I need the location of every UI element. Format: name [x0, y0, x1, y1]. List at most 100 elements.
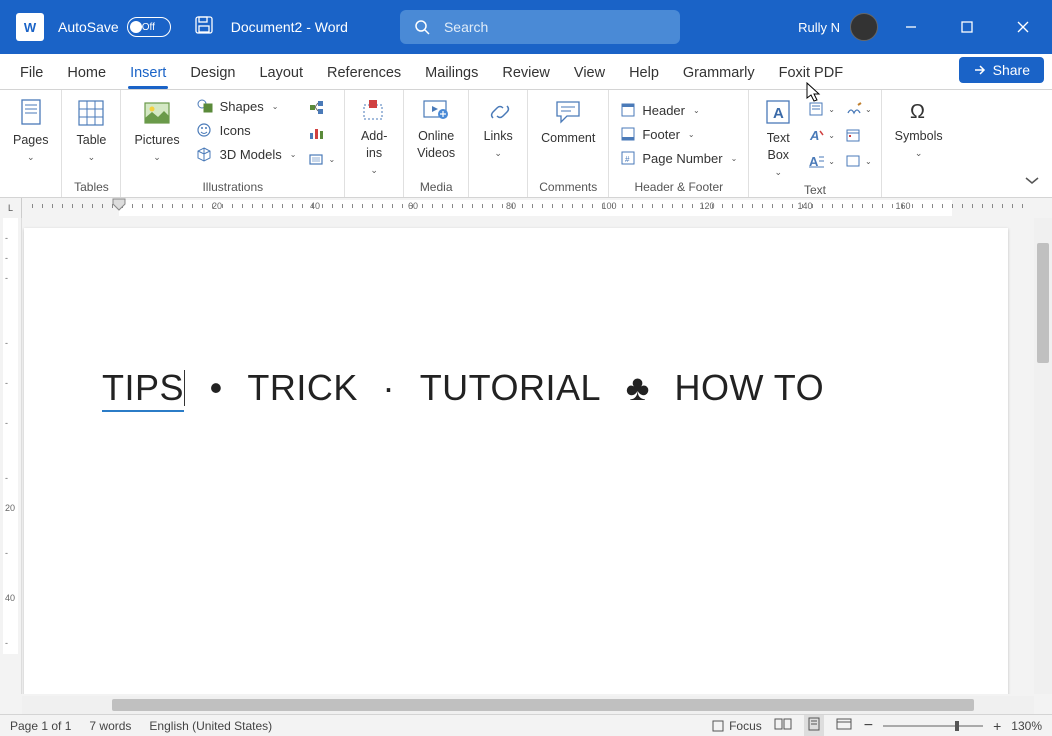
- indent-first-line-marker[interactable]: [112, 198, 126, 216]
- drop-cap-button[interactable]: A⌄: [804, 149, 839, 173]
- pictures-label: Pictures: [134, 132, 179, 149]
- tab-layout[interactable]: Layout: [247, 59, 315, 89]
- hscroll-thumb[interactable]: [112, 699, 974, 711]
- pages-button[interactable]: Pages ⌄: [5, 95, 56, 166]
- screenshot-button[interactable]: ⌄: [304, 147, 339, 171]
- document-title: Document2 - Word: [231, 19, 348, 35]
- horizontal-scrollbar[interactable]: [22, 696, 1034, 714]
- status-page[interactable]: Page 1 of 1: [10, 719, 71, 733]
- save-icon[interactable]: [195, 16, 213, 39]
- object-button[interactable]: ⌄: [841, 149, 876, 173]
- web-layout-button[interactable]: [834, 715, 854, 736]
- tab-references[interactable]: References: [315, 59, 413, 89]
- page-number-button[interactable]: # Page Number⌄: [614, 147, 743, 169]
- zoom-thumb[interactable]: [955, 721, 959, 731]
- pictures-button[interactable]: Pictures ⌄: [126, 95, 187, 166]
- group-media: Online Videos Media: [404, 90, 469, 197]
- search-box[interactable]: Search: [400, 10, 680, 44]
- bullet-middot: ·: [383, 367, 396, 409]
- shapes-button[interactable]: Shapes⌄: [190, 95, 303, 117]
- ribbon: Pages ⌄ Table ⌄ Tables Pictures ⌄: [0, 90, 1052, 198]
- print-layout-button[interactable]: [804, 715, 824, 736]
- table-button[interactable]: Table ⌄: [67, 95, 115, 166]
- chart-button[interactable]: [304, 121, 339, 145]
- group-media-label: Media: [420, 178, 453, 197]
- quick-parts-button[interactable]: ⌄: [804, 97, 839, 121]
- chevron-down-icon: ⌄: [494, 147, 502, 159]
- read-mode-button[interactable]: [772, 715, 794, 736]
- maximize-button[interactable]: [944, 7, 990, 47]
- svg-text:#: #: [625, 155, 630, 164]
- icons-button[interactable]: Icons: [190, 119, 303, 141]
- online-videos-button[interactable]: Online Videos: [409, 95, 463, 165]
- group-illustrations: Pictures ⌄ Shapes⌄ Icons 3D Models⌄: [121, 90, 345, 197]
- status-words[interactable]: 7 words: [89, 719, 131, 733]
- document-content[interactable]: TIPS • TRICK · TUTORIAL ♣ HOW TO: [102, 366, 930, 410]
- collapse-ribbon-button[interactable]: [1024, 173, 1040, 191]
- chevron-down-icon: ⌄: [915, 147, 923, 159]
- tab-design[interactable]: Design: [178, 59, 247, 89]
- group-illustrations-label: Illustrations: [202, 178, 263, 197]
- chevron-down-icon: ⌄: [153, 151, 161, 163]
- text-trick: TRICK: [247, 367, 358, 408]
- zoom-slider[interactable]: [883, 725, 983, 727]
- textbox-button[interactable]: A Text Box⌄: [754, 95, 802, 181]
- tab-home[interactable]: Home: [55, 59, 118, 89]
- footer-button[interactable]: Footer⌄: [614, 123, 743, 145]
- tab-mailings[interactable]: Mailings: [413, 59, 490, 89]
- vertical-ruler[interactable]: - - - - - - - 20 - 40 -: [0, 218, 22, 694]
- zoom-out-button[interactable]: −: [864, 717, 873, 735]
- svg-text:A: A: [809, 128, 819, 143]
- pagenum-icon: #: [620, 150, 636, 166]
- ruler-corner: L: [0, 198, 22, 218]
- share-button[interactable]: Share: [959, 57, 1044, 83]
- addins-button[interactable]: Add- ins ⌄: [350, 95, 398, 179]
- group-header-footer: Header⌄ Footer⌄ # Page Number⌄ Header & …: [609, 90, 749, 197]
- videos-label: Online Videos: [417, 128, 455, 162]
- close-button[interactable]: [1000, 7, 1046, 47]
- share-icon: [973, 63, 987, 77]
- tab-foxit-pdf[interactable]: Foxit PDF: [767, 59, 855, 89]
- autosave-toggle[interactable]: AutoSave Off: [58, 17, 171, 37]
- focus-mode-button[interactable]: Focus: [711, 719, 762, 733]
- zoom-in-button[interactable]: +: [993, 718, 1001, 734]
- 3d-models-button[interactable]: 3D Models⌄: [190, 143, 303, 165]
- tab-view[interactable]: View: [562, 59, 617, 89]
- autosave-switch-off[interactable]: Off: [127, 17, 171, 37]
- zoom-level[interactable]: 130%: [1011, 719, 1042, 733]
- user-name[interactable]: Rully N: [798, 20, 840, 35]
- textbox-label: Text Box: [767, 130, 790, 164]
- minimize-button[interactable]: [888, 7, 934, 47]
- group-tables-label: Tables: [74, 178, 109, 197]
- horizontal-ruler[interactable]: 20406080100120140160: [22, 198, 1052, 218]
- vscroll-thumb[interactable]: [1037, 243, 1049, 363]
- group-pages: Pages ⌄: [0, 90, 62, 197]
- symbols-label: Symbols: [895, 128, 943, 145]
- wordart-button[interactable]: A⌄: [804, 123, 839, 147]
- smartart-button[interactable]: [304, 95, 339, 119]
- group-tables: Table ⌄ Tables: [62, 90, 121, 197]
- chevron-down-icon: ⌄: [27, 151, 35, 163]
- tab-insert[interactable]: Insert: [118, 59, 178, 89]
- text-howto: HOW TO: [674, 367, 824, 408]
- tab-file[interactable]: File: [8, 59, 55, 89]
- tab-grammarly[interactable]: Grammarly: [671, 59, 767, 89]
- vertical-scrollbar[interactable]: [1034, 218, 1052, 694]
- title-bar: W AutoSave Off Document2 - Word Search R…: [0, 0, 1052, 54]
- search-placeholder: Search: [444, 19, 488, 35]
- signature-button[interactable]: ⌄: [841, 97, 876, 121]
- addins-label: Add- ins: [361, 128, 387, 162]
- status-language[interactable]: English (United States): [149, 719, 272, 733]
- autosave-label: AutoSave: [58, 19, 119, 35]
- header-button[interactable]: Header⌄: [614, 99, 743, 121]
- date-time-button[interactable]: [841, 123, 876, 147]
- page-scroll-area[interactable]: TIPS • TRICK · TUTORIAL ♣ HOW TO: [22, 218, 1034, 694]
- comment-button[interactable]: Comment: [533, 95, 603, 150]
- tab-review[interactable]: Review: [490, 59, 562, 89]
- links-button[interactable]: Links ⌄: [474, 95, 522, 162]
- symbols-button[interactable]: Ω Symbols ⌄: [887, 95, 951, 162]
- user-avatar[interactable]: [850, 13, 878, 41]
- tab-help[interactable]: Help: [617, 59, 671, 89]
- status-bar: Page 1 of 1 7 words English (United Stat…: [0, 714, 1052, 736]
- document-page[interactable]: TIPS • TRICK · TUTORIAL ♣ HOW TO: [24, 228, 1008, 694]
